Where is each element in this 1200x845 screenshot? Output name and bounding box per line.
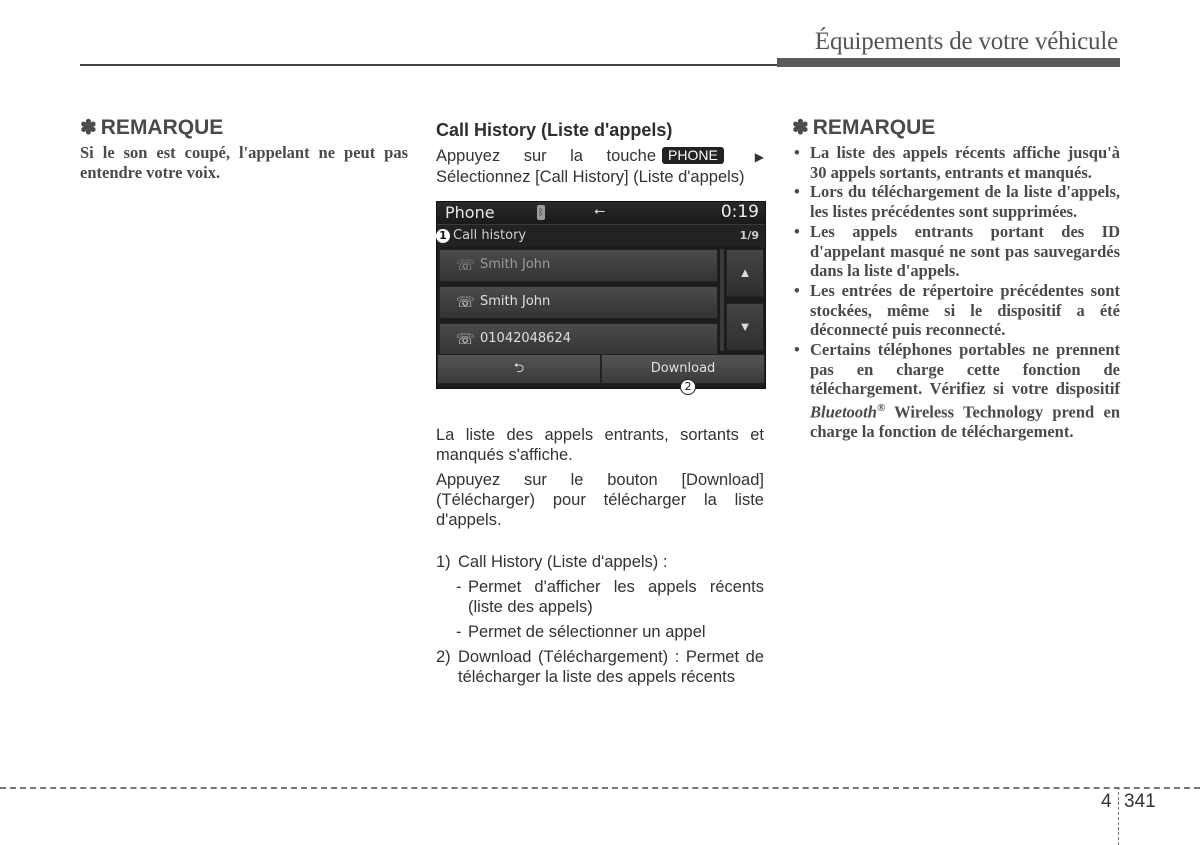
asterisk-icon: ✽ <box>80 117 97 139</box>
bullet-item: Les entrées de répertoire précédentes so… <box>792 281 1120 340</box>
scroll-down-button[interactable]: ▼ <box>726 303 764 351</box>
bluetooth-trademark: Bluetooth <box>810 402 877 422</box>
section-title: Call History (Liste d'appels) <box>436 120 673 140</box>
sub-item-text: Permet de sélectionner un appel <box>468 623 706 641</box>
header-title: Équipements de votre véhicule <box>814 28 1118 55</box>
page-indicator: 1/9 <box>739 229 759 242</box>
item-number: 2) <box>436 648 451 666</box>
sub-item-text: Permet d'afficher les appels récents (li… <box>468 578 764 616</box>
outgoing-call-icon: ☏ <box>456 257 475 274</box>
scroll-up-button[interactable]: ▲ <box>726 249 764 297</box>
left-remarque-heading: ✽ REMARQUE <box>80 116 408 140</box>
description-para-1: La liste des appels entrants, sortants e… <box>436 426 764 464</box>
sub-item: - Permet d'afficher les appels récents (… <box>456 577 764 617</box>
description-para-2: Appuyez sur le bouton [Download] (Téléch… <box>436 471 764 529</box>
chapter-number: 4 <box>1101 791 1112 812</box>
phone-screen: Phone ᛒ ⭠ 0:19 Call history 1/9 1 ☏ Smit… <box>436 201 766 395</box>
item-text: Download (Téléchargement) : Permet de té… <box>458 648 764 686</box>
back-arrow-icon: ⮌ <box>513 361 525 376</box>
bullet-item: Certains téléphones portables ne prennen… <box>792 340 1120 442</box>
back-button[interactable]: ⮌ <box>437 354 601 384</box>
bullet-item: La liste des appels récents affiche jusq… <box>792 143 1120 182</box>
triangle-up-icon: ▲ <box>738 265 752 280</box>
header-rule-accent <box>777 58 1120 67</box>
screen-bottom-bar: ⮌ Download <box>437 354 765 384</box>
outgoing-call-icon: ☏ <box>456 331 475 348</box>
middle-column: Call History (Liste d'appels) Appuyez su… <box>436 116 766 692</box>
numbered-item: 2) Download (Téléchargement) : Permet de… <box>436 647 764 687</box>
remarque-label: REMARQUE <box>812 116 936 139</box>
left-column: ✽ REMARQUE Si le son est coupé, l'appelan… <box>80 116 408 182</box>
footer-dashed-divider <box>1118 787 1119 845</box>
bullet-text: Certains téléphones portables ne prennen… <box>810 340 1120 399</box>
call-name: Smith John <box>480 294 551 309</box>
incoming-call-icon: ☏ <box>456 294 475 311</box>
usb-icon: ⭠ <box>594 202 606 218</box>
left-remarque-text: Si le son est coupé, l'appelant ne peut … <box>80 143 408 182</box>
bullet-item: Les appels entrants portant des ID d'app… <box>792 222 1120 281</box>
call-list-item[interactable]: ☏ Smith John <box>439 249 718 282</box>
footer-dashed-rule <box>0 787 1200 789</box>
remarque-label: REMARQUE <box>100 116 224 139</box>
header-rule <box>80 64 780 66</box>
numbered-list: 1) Call History (Liste d'appels) : - Per… <box>436 552 764 687</box>
screen-clock: 0:19 <box>720 202 759 222</box>
screen-subheader: Call history 1/9 <box>437 225 765 247</box>
asterisk-icon: ✽ <box>792 117 809 139</box>
phone-key-badge: PHONE <box>662 147 724 164</box>
dash-bullet: - <box>456 578 462 596</box>
screen-title: Phone <box>445 203 495 222</box>
call-name: Smith John <box>480 257 551 272</box>
callout-1: 1 <box>436 229 450 243</box>
right-remarque-heading: ✽ REMARQUE <box>792 116 1120 140</box>
bluetooth-icon: ᛒ <box>537 205 545 220</box>
description: La liste des appels entrants, sortants e… <box>436 425 764 530</box>
intro-before: Appuyez sur la touche <box>436 147 657 165</box>
call-name: 01042048624 <box>480 331 571 346</box>
remarque-bullets: La liste des appels récents affiche jusq… <box>792 143 1120 442</box>
numbered-item: 1) Call History (Liste d'appels) : <box>436 552 764 572</box>
callout-2: 2 <box>680 379 696 395</box>
dash-bullet: - <box>456 623 462 641</box>
page-number: 341 <box>1124 791 1156 812</box>
scrollbar[interactable] <box>720 249 724 351</box>
call-list-item[interactable]: ☏ 01042048624 <box>439 323 718 356</box>
item-number: 1) <box>436 553 451 571</box>
triangle-down-icon: ▼ <box>738 319 752 334</box>
arrow-right-icon: ▶ <box>735 150 764 164</box>
call-history-label: Call history <box>453 228 527 243</box>
item-text: Call History (Liste d'appels) : <box>458 553 668 571</box>
bullet-item: Lors du téléchargement de la liste d'app… <box>792 182 1120 221</box>
sub-item: - Permet de sélectionner un appel <box>456 622 764 642</box>
intro-text: Appuyez sur la touche PHONE ▶ Sélectionnez… <box>436 146 764 187</box>
screen-status-bar: Phone ᛒ ⭠ 0:19 <box>437 202 765 225</box>
call-list: ☏ Smith John ☏ Smith John ☏ 01042048624 <box>439 249 718 360</box>
right-column: ✽REMARQUE La liste des appels récents af… <box>792 116 1120 442</box>
registered-mark: ® <box>876 402 886 415</box>
intro-after: Sélectionnez [Call History] (Liste d'app… <box>436 168 745 186</box>
call-list-item[interactable]: ☏ Smith John <box>439 286 718 319</box>
